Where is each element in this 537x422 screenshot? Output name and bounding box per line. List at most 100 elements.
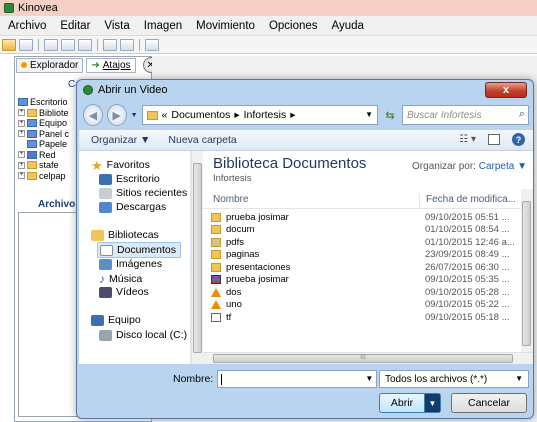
refresh-icon[interactable]: ⇆ — [382, 105, 398, 125]
breadcrumb-infortesis[interactable]: Infortesis — [244, 109, 287, 121]
file-list-hscrollbar[interactable]: III — [203, 352, 533, 364]
file-name: dos — [226, 286, 242, 298]
settings-icon[interactable] — [145, 38, 159, 51]
list-item[interactable]: uno 09/10/2015 05:22 ... — [203, 299, 519, 312]
address-row: ◀ ▶ ▼ « Documentos ▸ Infortesis ▸ ▼ ⇆ Bu… — [83, 102, 529, 128]
dialog-title: Abrir un Video — [98, 84, 168, 96]
list-item[interactable]: prueba josimar 09/10/2015 05:35 ... — [203, 274, 519, 287]
expand-icon[interactable]: + — [18, 161, 25, 169]
navigation-pane: ★ Favoritos Escritorio Sitios recientes … — [79, 151, 191, 364]
expand-icon[interactable]: + — [18, 109, 25, 117]
nav-label: Favoritos — [106, 159, 150, 171]
column-date[interactable]: Fecha de modifica... — [419, 194, 516, 208]
capture-view-icon[interactable] — [78, 38, 92, 51]
forward-button[interactable]: ▶ — [106, 104, 127, 126]
scrollbar-thumb[interactable] — [193, 163, 202, 353]
address-dropdown-icon[interactable]: ▼ — [365, 110, 373, 119]
breadcrumb-prefix[interactable]: « — [162, 109, 168, 121]
menu-archivo[interactable]: Archivo — [8, 20, 46, 32]
organize-button[interactable]: Organizar ▼ — [91, 134, 150, 146]
nav-documentos[interactable]: Documentos — [97, 242, 181, 258]
toolbar-separator — [97, 38, 98, 51]
back-button[interactable]: ◀ — [83, 104, 103, 126]
expand-icon[interactable]: + — [18, 119, 25, 127]
open-folder-icon[interactable] — [2, 38, 16, 51]
file-name: tf — [226, 311, 232, 323]
filename-dropdown-icon[interactable]: ▼ — [365, 374, 373, 383]
menu-movimiento[interactable]: Movimiento — [196, 20, 255, 32]
dialog-close-button[interactable]: x — [485, 82, 527, 98]
view-options-icon[interactable]: ☷ ▾ — [459, 134, 476, 145]
new-folder-button[interactable]: Nueva carpeta — [168, 134, 236, 146]
menu-ayuda[interactable]: Ayuda — [332, 20, 364, 32]
file-name: pdfs — [226, 236, 244, 248]
nav-escritorio[interactable]: Escritorio — [99, 173, 160, 185]
toolbar-separator — [38, 38, 39, 51]
cancel-button[interactable]: Cancelar — [451, 393, 527, 413]
history-dropdown-icon[interactable]: ▼ — [131, 112, 138, 119]
menu-imagen[interactable]: Imagen — [144, 20, 182, 32]
open-button[interactable]: Abrir ▼ — [379, 393, 441, 413]
filename-input[interactable]: ▼ — [217, 370, 378, 388]
nav-descargas[interactable]: Descargas — [99, 201, 166, 213]
expand-icon[interactable]: + — [18, 151, 25, 159]
folder-icon — [211, 262, 221, 272]
preview-pane-icon[interactable] — [488, 134, 500, 145]
folder-icon — [211, 225, 221, 235]
list-item[interactable]: paginas 23/09/2015 08:49 ... — [203, 249, 519, 262]
help-icon[interactable]: ? — [512, 133, 525, 146]
scrollbar-thumb[interactable]: III — [213, 354, 513, 363]
scrollbar-thumb[interactable] — [522, 201, 531, 346]
open-split-dropdown-icon[interactable]: ▼ — [424, 394, 440, 412]
save-icon[interactable] — [19, 38, 33, 51]
nav-sitios-recientes[interactable]: Sitios recientes — [99, 187, 187, 199]
search-icon[interactable]: ⌕ — [519, 108, 525, 121]
breadcrumb-documentos[interactable]: Documentos — [171, 109, 230, 121]
list-item[interactable]: dos 09/10/2015 05:28 ... — [203, 286, 519, 299]
filter-dropdown-icon[interactable]: ▼ — [515, 374, 523, 383]
explorer-tab-icon — [21, 62, 27, 68]
address-bar[interactable]: « Documentos ▸ Infortesis ▸ ▼ — [141, 105, 378, 125]
nav-label: Escritorio — [116, 173, 160, 185]
column-name[interactable]: Nombre — [213, 194, 249, 205]
menu-opciones[interactable]: Opciones — [269, 20, 318, 32]
menu-editar[interactable]: Editar — [60, 20, 90, 32]
video-icon[interactable] — [103, 38, 117, 51]
expand-icon[interactable]: + — [18, 130, 25, 138]
dual-view-icon[interactable] — [61, 38, 75, 51]
camera-icon[interactable] — [120, 38, 134, 51]
arrange-by: Organizar por: Carpeta ▼ — [412, 161, 527, 172]
list-item[interactable]: pdfs 01/10/2015 12:46 a... — [203, 236, 519, 249]
nav-equipo[interactable]: Equipo — [91, 314, 141, 326]
navigation-scrollbar[interactable] — [191, 151, 203, 364]
single-view-icon[interactable] — [44, 38, 58, 51]
search-input[interactable]: Buscar Infortesis ⌕ — [402, 105, 529, 125]
arrange-by-dropdown[interactable]: Carpeta ▼ — [479, 161, 527, 172]
list-item[interactable]: presentaciones 26/07/2015 06:30 ... — [203, 261, 519, 274]
breadcrumb-separator[interactable]: ▸ — [290, 109, 295, 121]
file-type-filter[interactable]: Todos los archivos (*.*) ▼ — [379, 370, 529, 388]
breadcrumb-separator[interactable]: ▸ — [234, 109, 239, 121]
nav-bibliotecas[interactable]: Bibliotecas — [91, 229, 159, 241]
nav-disco-local[interactable]: Disco local (C:) — [99, 329, 187, 341]
nav-imagenes[interactable]: Imágenes — [99, 258, 162, 270]
star-icon: ★ — [91, 157, 103, 173]
tab-explorador[interactable]: Explorador — [16, 57, 84, 73]
arrange-by-label: Organizar por: — [412, 161, 476, 172]
menu-vista[interactable]: Vista — [104, 20, 129, 32]
list-item[interactable]: docum 01/10/2015 08:54 ... — [203, 224, 519, 237]
tab-atajos[interactable]: ➜ Atajos — [86, 57, 136, 73]
nav-favoritos[interactable]: ★ Favoritos — [91, 157, 150, 173]
file-list-vscrollbar[interactable] — [521, 189, 533, 352]
expand-icon[interactable]: + — [18, 172, 25, 180]
nav-videos[interactable]: Vídeos — [99, 286, 149, 298]
list-item[interactable]: prueba josimar 09/10/2015 05:51 ... — [203, 211, 519, 224]
nav-musica[interactable]: ♪ Música — [99, 272, 142, 286]
column-headers: Nombre Fecha de modifica... — [203, 189, 533, 209]
vlc-cone-icon — [211, 287, 221, 297]
filter-value: Todos los archivos (*.*) — [385, 373, 488, 385]
nav-label: Vídeos — [116, 286, 149, 298]
list-item[interactable]: tf 09/10/2015 05:18 ... — [203, 311, 519, 324]
app-toolbar — [0, 36, 537, 54]
music-icon: ♪ — [99, 272, 105, 286]
